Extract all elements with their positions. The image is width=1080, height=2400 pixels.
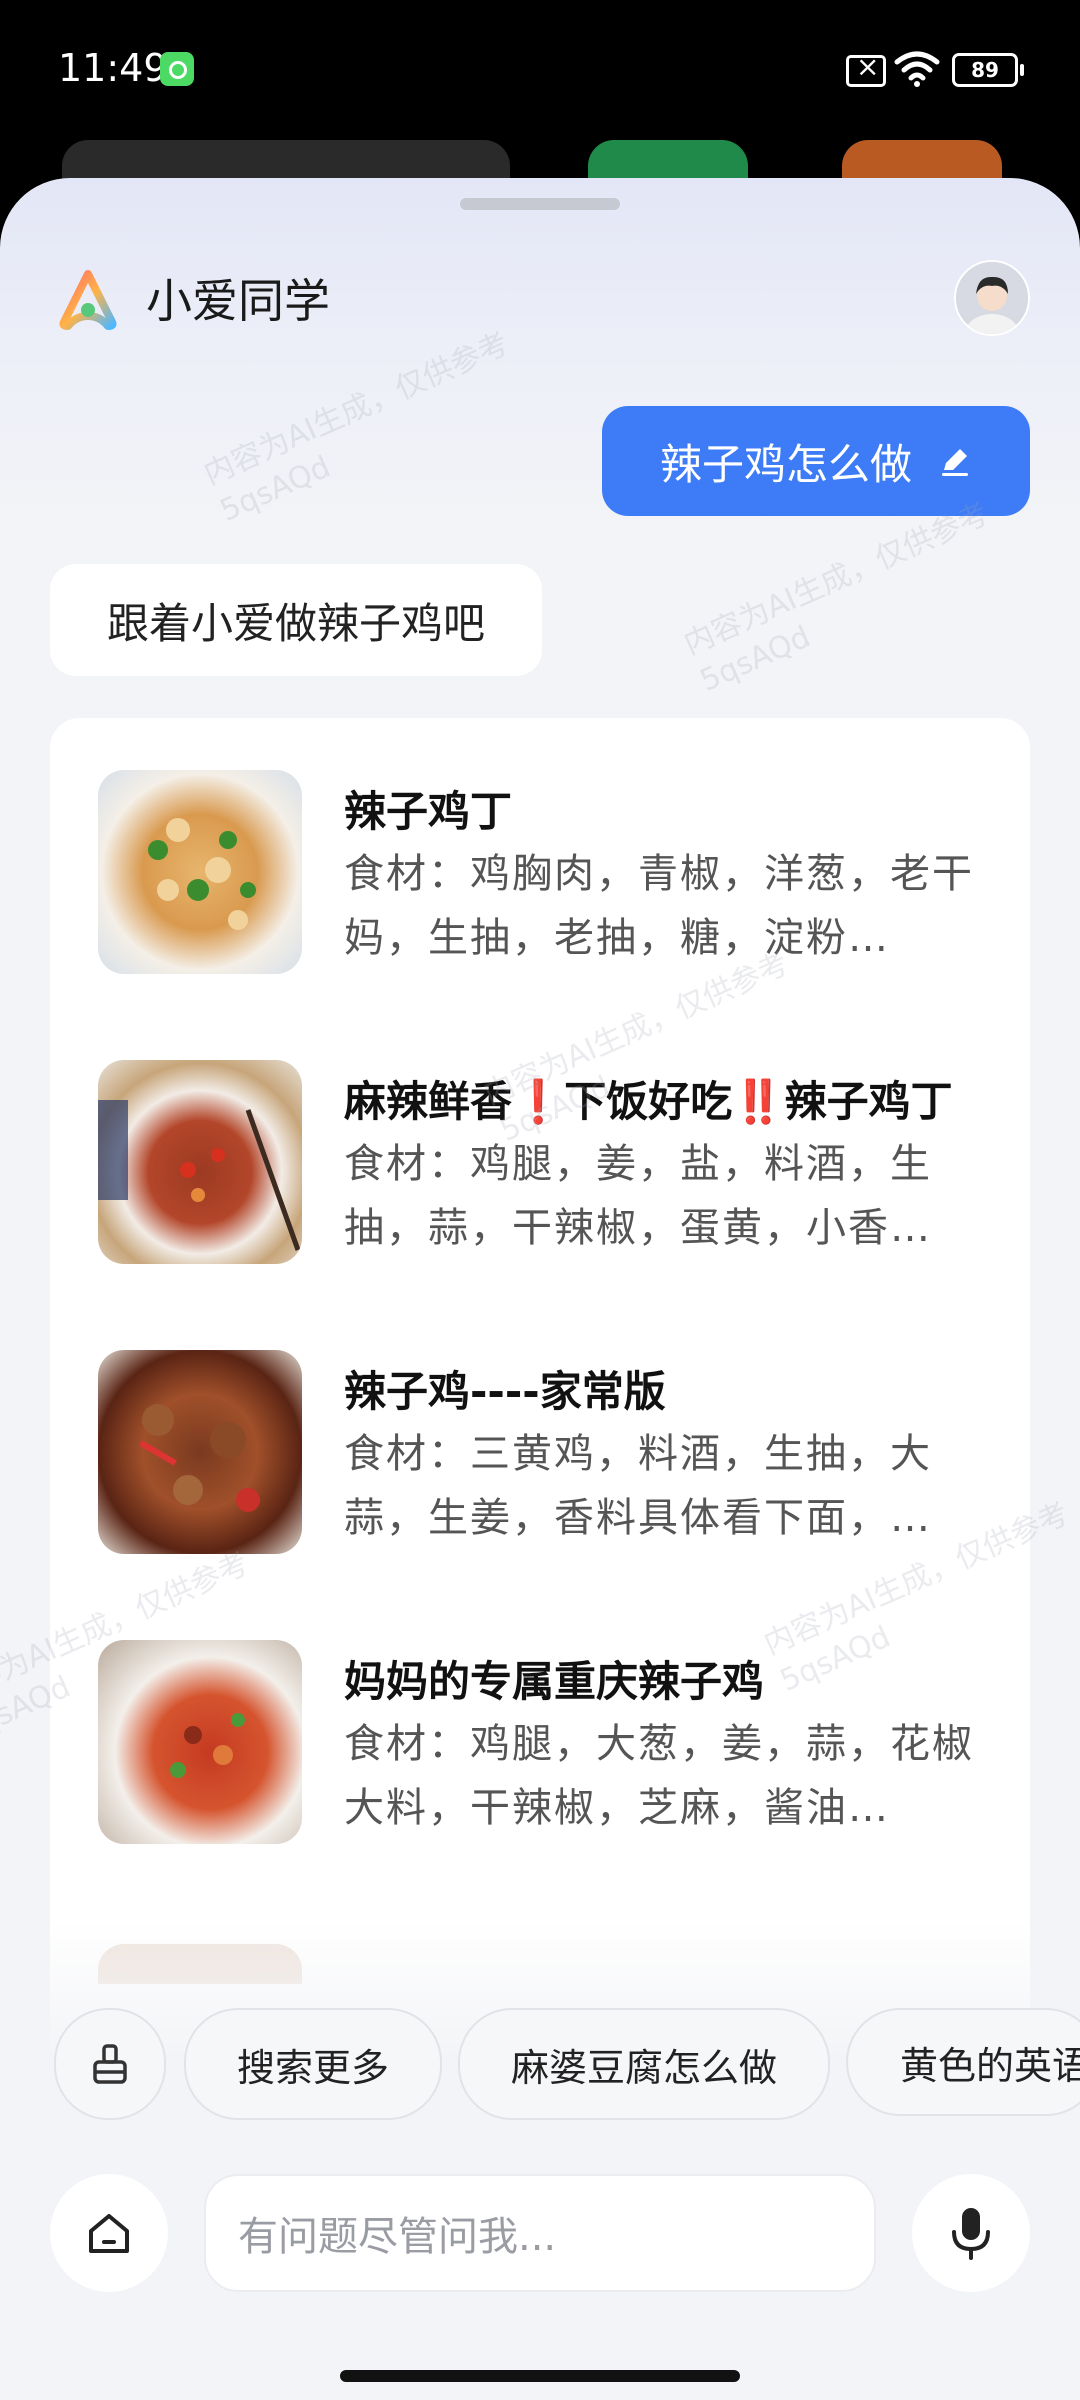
recipe-description: 食材：鸡腿，姜，盐，料酒，生抽，蒜，干辣椒，蛋黄，小香…: [344, 1141, 932, 1251]
recipe-description: 食材：三黄鸡，料酒，生抽，大蒜，生姜，香料具体看下面，…: [344, 1431, 932, 1541]
question-input-placeholder: 有问题尽管问我...: [238, 2214, 557, 2260]
home-button[interactable]: [50, 2174, 168, 2292]
recipe-thumbnail: [98, 1350, 302, 1554]
recipe-title: 麻辣鲜香❗下饭好吃‼️辣子鸡丁: [344, 1077, 953, 1126]
assistant-reply-text: 跟着小爱做辣子鸡吧: [106, 598, 485, 648]
recipe-title: 辣子鸡丁: [344, 787, 513, 836]
ai-watermark: 内容为AI生成，仅供参考 5qsAQd: [678, 496, 994, 699]
wifi-icon: [894, 51, 940, 87]
recipe-item[interactable]: 辣子鸡丁 食材：鸡胸肉，青椒，洋葱，老干妈，生抽，老抽，糖，淀粉…: [98, 770, 1008, 974]
suggestion-chip[interactable]: 搜索更多: [184, 2008, 442, 2120]
recipe-item[interactable]: 辣子鸡----家常版 食材：三黄鸡，料酒，生抽，大蒜，生姜，香料具体看下面，…: [98, 1350, 1008, 1554]
status-bar: 11:49 89: [0, 0, 1080, 140]
edit-icon[interactable]: [938, 444, 972, 478]
background-app-card: [62, 140, 510, 180]
sheet-drag-handle[interactable]: [460, 198, 620, 210]
ai-watermark: 内容为AI生成，仅供参考 5qsAQd: [198, 326, 514, 529]
voice-input-button[interactable]: [912, 2174, 1030, 2292]
assistant-reply-bubble: 跟着小爱做辣子鸡吧: [50, 564, 542, 676]
battery-indicator: 89: [952, 53, 1024, 87]
clear-context-button[interactable]: [54, 2008, 166, 2120]
recipe-item[interactable]: 妈妈的专属重庆辣子鸡 食材：鸡腿，大葱，姜，蒜，花椒大料，干辣椒，芝麻，酱油…: [98, 1640, 1008, 1844]
recipe-title: 辣子鸡----家常版: [344, 1367, 666, 1416]
recipe-thumbnail: [98, 770, 302, 974]
background-app-card: [842, 140, 1002, 180]
user-avatar[interactable]: [954, 260, 1030, 336]
recipe-description: 食材：鸡胸肉，青椒，洋葱，老干妈，生抽，老抽，糖，淀粉…: [344, 851, 974, 961]
background-app-card: [588, 140, 748, 180]
broom-icon: [93, 2044, 127, 2084]
recipe-title: 妈妈的专属重庆辣子鸡: [344, 1657, 765, 1706]
microphone-icon: [952, 2208, 990, 2260]
status-time: 11:49: [58, 46, 168, 90]
xiaoai-logo-icon: [59, 270, 117, 330]
recipe-thumbnail: [98, 1060, 302, 1264]
question-input[interactable]: 有问题尽管问我...: [204, 2174, 876, 2292]
assistant-name: 小爱同学: [146, 274, 330, 328]
assistant-sheet: 小爱同学 辣子鸡怎么做 跟着小爱做辣子鸡吧 辣子鸡丁 食材：鸡胸肉，青椒，洋葱，…: [0, 178, 1080, 2400]
suggestion-chip[interactable]: 黄色的英语: [846, 2008, 1080, 2116]
user-message-text: 辣子鸡怎么做: [659, 439, 912, 489]
recipe-description: 食材：鸡腿，大葱，姜，蒜，花椒大料，干辣椒，芝麻，酱油…: [344, 1721, 974, 1831]
recipe-item[interactable]: 麻辣鲜香❗下饭好吃‼️辣子鸡丁 食材：鸡腿，姜，盐，料酒，生抽，蒜，干辣椒，蛋黄…: [98, 1060, 1008, 1264]
home-indicator[interactable]: [340, 2370, 740, 2382]
suggestion-chips: 搜索更多 麻婆豆腐怎么做 黄色的英语: [0, 2008, 1080, 2120]
recipe-results-card: 辣子鸡丁 食材：鸡胸肉，青椒，洋葱，老干妈，生抽，老抽，糖，淀粉… 麻辣鲜香❗下…: [50, 718, 1030, 2118]
user-message-bubble[interactable]: 辣子鸡怎么做: [602, 406, 1030, 516]
suggestion-chip[interactable]: 麻婆豆腐怎么做: [458, 2008, 830, 2120]
recipe-thumbnail: [98, 1640, 302, 1844]
home-icon: [89, 2214, 129, 2253]
avatar-icon: [956, 262, 1028, 334]
notification-app-icon: [160, 52, 194, 86]
no-sim-icon: [846, 50, 886, 87]
